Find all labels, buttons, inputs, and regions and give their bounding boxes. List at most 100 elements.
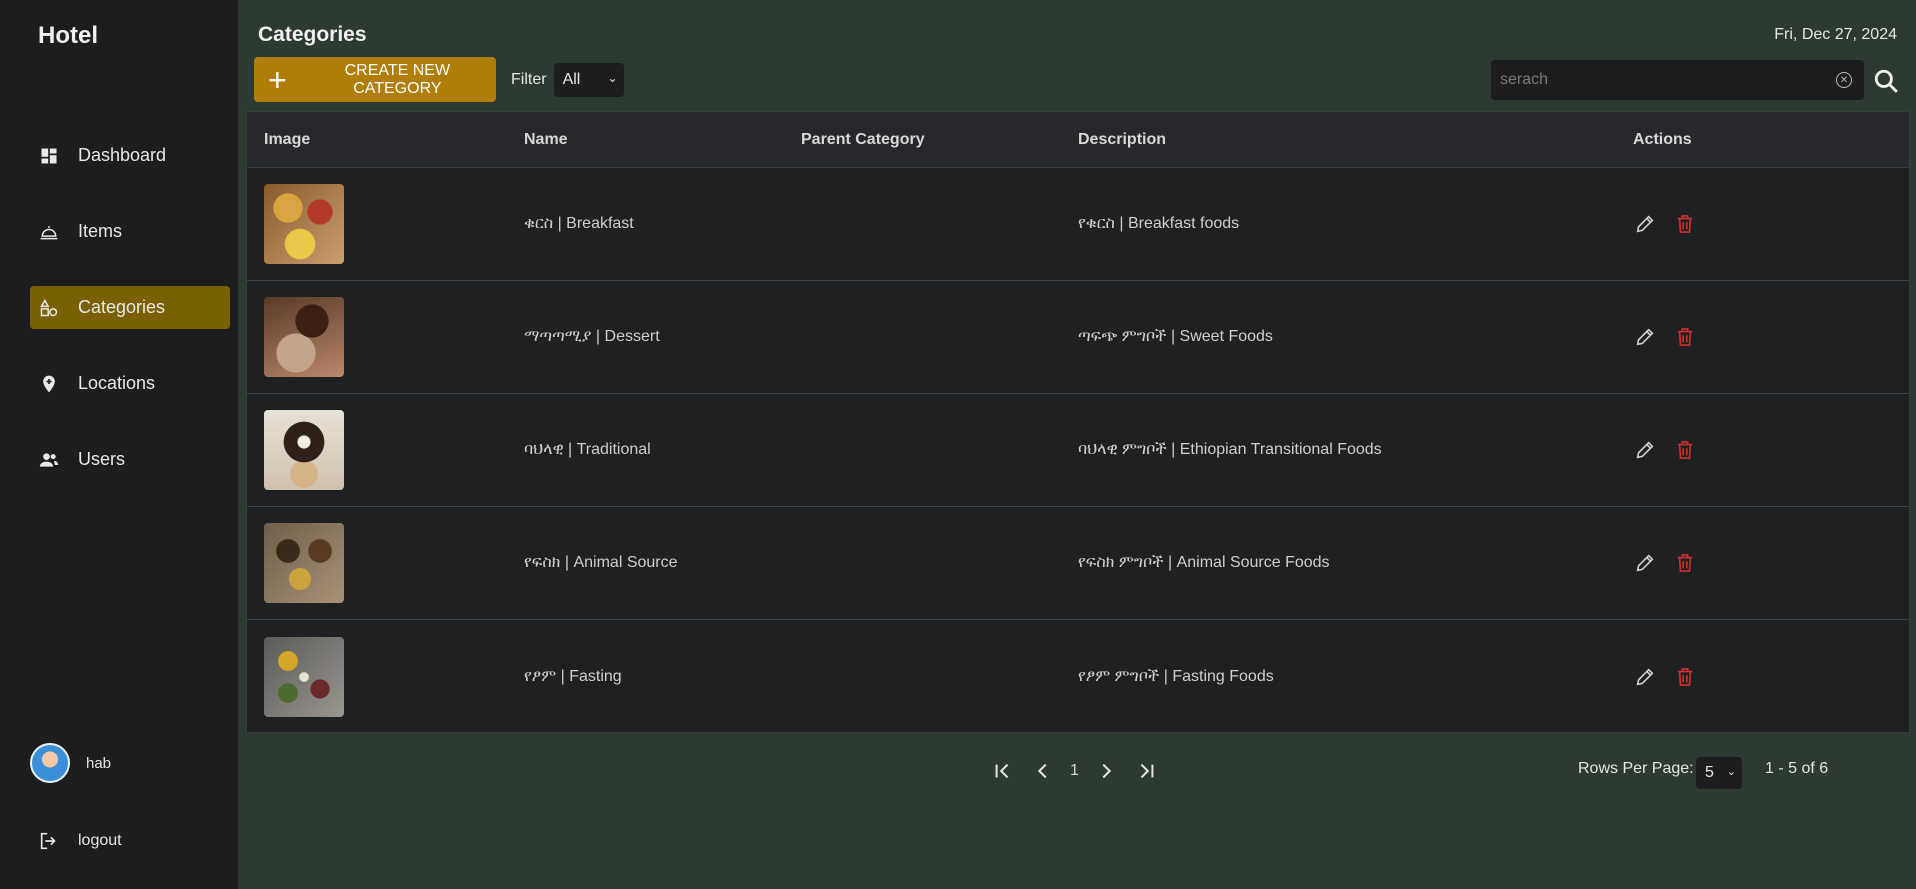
sidebar-item-label: Locations [78, 373, 156, 393]
delete-button[interactable] [1673, 551, 1697, 575]
last-page-icon [1140, 763, 1154, 779]
category-name: ቁርስ | Breakfast [524, 215, 634, 232]
pencil-icon [1636, 667, 1654, 685]
trash-icon [1677, 441, 1693, 459]
sidebar-item-locations[interactable]: Locations [30, 362, 230, 405]
first-page-button[interactable] [990, 758, 1016, 784]
next-page-button[interactable] [1093, 758, 1119, 784]
cloche-icon [38, 221, 60, 243]
edit-button[interactable] [1633, 551, 1657, 575]
first-page-icon [995, 763, 1009, 779]
trash-icon [1677, 328, 1693, 346]
category-description: የፆም ምግቦች | Fasting Foods [1078, 667, 1274, 685]
location-pin-icon [38, 373, 60, 395]
category-name: ባህላዊ | Traditional [524, 441, 651, 458]
filter-label: Filter [511, 70, 547, 88]
sidebar-item-categories[interactable]: Categories [30, 286, 230, 329]
trash-icon [1677, 667, 1693, 686]
pagination-range: 1 - 5 of 6 [1765, 760, 1829, 777]
logout-button[interactable]: logout [38, 830, 122, 852]
pencil-icon [1636, 441, 1654, 459]
rows-per-page-select[interactable]: 5 ⌄ [1696, 757, 1742, 789]
sidebar-nav: Dashboard Items Categories Locations Use… [30, 134, 230, 514]
logout-label: logout [78, 832, 122, 849]
category-icon [38, 297, 60, 319]
last-page-button[interactable] [1133, 758, 1159, 784]
category-name: ማጣጣሚያ | Dessert [524, 328, 660, 345]
create-category-button[interactable]: + CREATE NEW CATEGORY [254, 57, 496, 102]
sidebar-item-dashboard[interactable]: Dashboard [30, 134, 230, 177]
clear-search-icon[interactable]: ✕ [1836, 72, 1852, 88]
category-name: የፍስክ | Animal Source [524, 554, 678, 571]
sidebar: Hotel Dashboard Items Categories Locatio… [0, 0, 238, 889]
category-name: የፆም | Fasting [524, 667, 622, 685]
sidebar-item-items[interactable]: Items [30, 210, 230, 253]
create-category-label: CREATE NEW CATEGORY [344, 61, 451, 97]
sidebar-item-users[interactable]: Users [30, 438, 230, 481]
plus-icon: + [268, 61, 287, 98]
chevron-left-icon [1037, 763, 1047, 779]
users-icon [38, 449, 60, 471]
table-row: ቁርስ | Breakfast የቁርስ | Breakfast foods [247, 168, 1909, 281]
sidebar-item-label: Items [78, 221, 123, 241]
delete-button[interactable] [1673, 665, 1697, 689]
category-image [264, 410, 344, 490]
category-image [264, 523, 344, 603]
trash-icon [1677, 215, 1693, 233]
category-description: የፍስክ ምግቦች | Animal Source Foods [1078, 554, 1330, 571]
user-name: hab [86, 754, 112, 772]
category-description: የቁርስ | Breakfast foods [1078, 215, 1240, 232]
logout-icon [40, 832, 56, 850]
table-row: ማጣጣሚያ | Dessert ጣፍጭ ምግቦች | Sweet Foods [247, 281, 1909, 394]
search-input[interactable] [1500, 71, 1820, 89]
category-image [264, 297, 344, 377]
chevron-right-icon [1102, 763, 1111, 779]
trash-icon [1677, 554, 1693, 572]
rows-per-page-value: 5 [1705, 764, 1714, 781]
edit-button[interactable] [1633, 212, 1657, 236]
delete-button[interactable] [1673, 212, 1697, 236]
toolbar: + CREATE NEW CATEGORY Filter All ⌄ [254, 57, 624, 102]
sidebar-item-label: Dashboard [78, 145, 167, 165]
pagination: 1 [990, 758, 1159, 784]
category-image [264, 184, 344, 264]
table-row: ባህላዊ | Traditional ባህላዊ ምግቦች | Ethiopian… [247, 394, 1909, 507]
filter-select[interactable]: All ⌄ [553, 62, 624, 97]
table-row: የፆም | Fasting የፆም ምግቦች | Fasting Foods [247, 620, 1909, 733]
pencil-icon [1636, 328, 1654, 346]
category-description: ጣፍጭ ምግቦች | Sweet Foods [1078, 328, 1273, 345]
avatar [30, 743, 70, 783]
edit-button[interactable] [1633, 325, 1657, 349]
column-header-actions: Actions [1633, 130, 1692, 148]
filter-value: All [562, 70, 581, 88]
rows-per-page-label: Rows Per Page: [1578, 760, 1694, 777]
chevron-down-icon: ⌄ [1726, 766, 1736, 778]
column-header-parent-category: Parent Category [801, 130, 925, 148]
categories-table: Image Name Parent Category Description A… [246, 111, 1910, 733]
edit-button[interactable] [1633, 665, 1657, 689]
sidebar-item-label: Categories [78, 297, 166, 317]
user-profile[interactable]: hab [30, 743, 111, 783]
current-page: 1 [1070, 762, 1079, 779]
current-date: Fri, Dec 27, 2024 [1774, 26, 1897, 43]
category-image [264, 636, 344, 717]
pencil-icon [1636, 215, 1654, 233]
previous-page-button[interactable] [1030, 758, 1056, 784]
table-row: የፍስክ | Animal Source የፍስክ ምግቦች | Animal … [247, 507, 1909, 620]
search-button[interactable] [1873, 68, 1899, 94]
dashboard-icon [38, 145, 60, 167]
column-header-description: Description [1078, 130, 1167, 148]
column-header-name: Name [524, 130, 568, 148]
search-icon [1874, 69, 1898, 93]
search-box: ✕ [1491, 60, 1864, 100]
delete-button[interactable] [1673, 325, 1697, 349]
category-description: ባህላዊ ምግቦች | Ethiopian Transitional Foods [1078, 441, 1382, 458]
table-header: Image Name Parent Category Description A… [247, 112, 1909, 168]
sidebar-item-label: Users [78, 449, 126, 469]
edit-button[interactable] [1633, 438, 1657, 462]
pencil-icon [1636, 554, 1654, 572]
delete-button[interactable] [1673, 438, 1697, 462]
column-header-image: Image [264, 130, 311, 148]
brand-logo: Hotel [38, 22, 98, 49]
page-title: Categories [258, 23, 367, 46]
